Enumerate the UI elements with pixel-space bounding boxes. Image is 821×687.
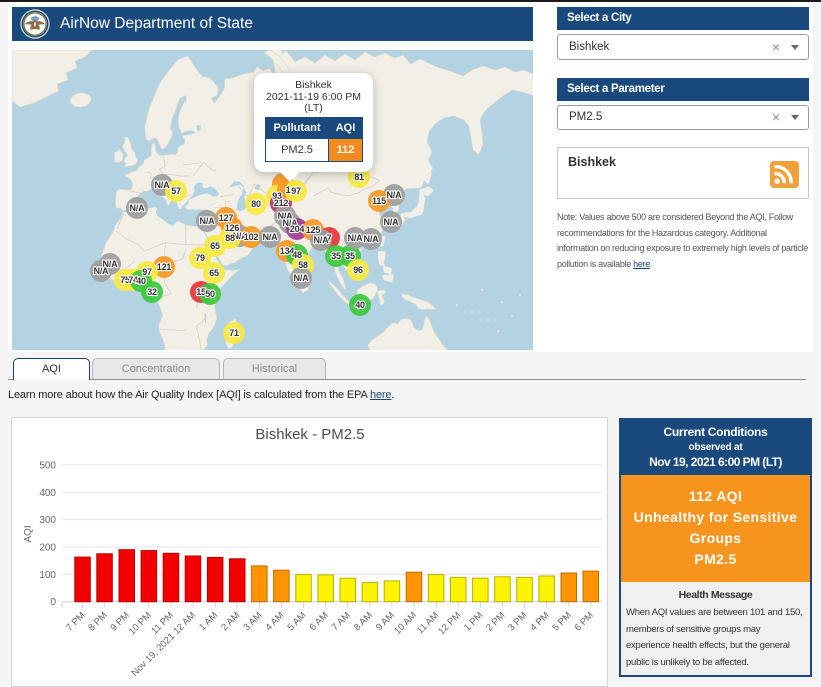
svg-text:7 PM: 7 PM (64, 610, 88, 634)
svg-text:35: 35 (331, 251, 341, 261)
svg-text:3 AM: 3 AM (241, 610, 264, 633)
svg-text:12 PM: 12 PM (436, 610, 463, 637)
svg-text:N/A: N/A (348, 233, 364, 243)
svg-text:7 AM: 7 AM (330, 610, 353, 633)
svg-text:50: 50 (205, 289, 215, 299)
svg-text:71: 71 (229, 328, 239, 338)
svg-text:96: 96 (353, 265, 363, 275)
svg-text:57: 57 (171, 186, 181, 196)
svg-text:212: 212 (274, 198, 289, 208)
svg-text:11 AM: 11 AM (415, 610, 441, 636)
svg-text:40: 40 (355, 300, 365, 310)
svg-text:48: 48 (292, 250, 302, 260)
svg-text:100: 100 (39, 570, 56, 581)
svg-text:1 AM: 1 AM (197, 610, 220, 633)
svg-text:97: 97 (291, 186, 301, 196)
svg-text:8 PM: 8 PM (86, 610, 110, 634)
svg-text:N/A: N/A (155, 180, 171, 190)
svg-text:10 PM: 10 PM (127, 610, 154, 637)
svg-text:4 PM: 4 PM (528, 610, 552, 634)
svg-text:115: 115 (372, 196, 386, 206)
svg-text:200: 200 (39, 543, 56, 554)
svg-text:40: 40 (136, 276, 146, 286)
svg-text:N/A: N/A (387, 190, 403, 200)
svg-text:58: 58 (298, 260, 308, 270)
svg-text:0: 0 (50, 597, 56, 608)
svg-text:N/A: N/A (94, 266, 110, 276)
svg-text:3 PM: 3 PM (506, 610, 530, 634)
svg-text:4 AM: 4 AM (263, 610, 286, 633)
svg-text:300: 300 (39, 515, 56, 526)
svg-text:10 AM: 10 AM (392, 610, 419, 637)
svg-text:AQI: AQI (23, 525, 34, 542)
svg-text:1 PM: 1 PM (462, 610, 486, 634)
svg-text:121: 121 (157, 262, 172, 272)
svg-text:N/A: N/A (364, 234, 380, 244)
svg-text:8 AM: 8 AM (352, 610, 375, 633)
svg-text:6 PM: 6 PM (572, 610, 596, 634)
svg-text:2 AM: 2 AM (219, 610, 242, 633)
svg-text:35: 35 (345, 251, 355, 261)
svg-text:400: 400 (39, 488, 56, 499)
svg-text:79: 79 (195, 253, 205, 263)
svg-text:Bishkek - PM2.5: Bishkek - PM2.5 (255, 426, 364, 443)
svg-text:5 AM: 5 AM (286, 610, 309, 633)
svg-text:125: 125 (306, 225, 321, 235)
svg-text:N/A: N/A (314, 235, 330, 245)
svg-text:32: 32 (147, 287, 157, 297)
svg-text:N/A: N/A (263, 232, 279, 242)
svg-text:65: 65 (209, 268, 219, 278)
svg-text:5 PM: 5 PM (550, 610, 574, 634)
svg-text:1: 1 (286, 185, 291, 195)
svg-text:102: 102 (244, 232, 259, 242)
svg-text:127: 127 (219, 213, 234, 223)
svg-text:500: 500 (39, 460, 56, 471)
svg-text:204: 204 (290, 224, 305, 234)
svg-text:88: 88 (225, 233, 235, 243)
svg-text:N/A: N/A (130, 203, 146, 213)
svg-text:N/A: N/A (294, 273, 310, 283)
svg-text:81: 81 (354, 172, 364, 182)
svg-text:N/A: N/A (384, 217, 400, 227)
svg-text:N/A: N/A (200, 216, 216, 226)
svg-text:80: 80 (251, 199, 261, 209)
svg-text:65: 65 (210, 241, 220, 251)
svg-text:2 PM: 2 PM (484, 610, 508, 634)
svg-text:6 AM: 6 AM (308, 610, 331, 633)
